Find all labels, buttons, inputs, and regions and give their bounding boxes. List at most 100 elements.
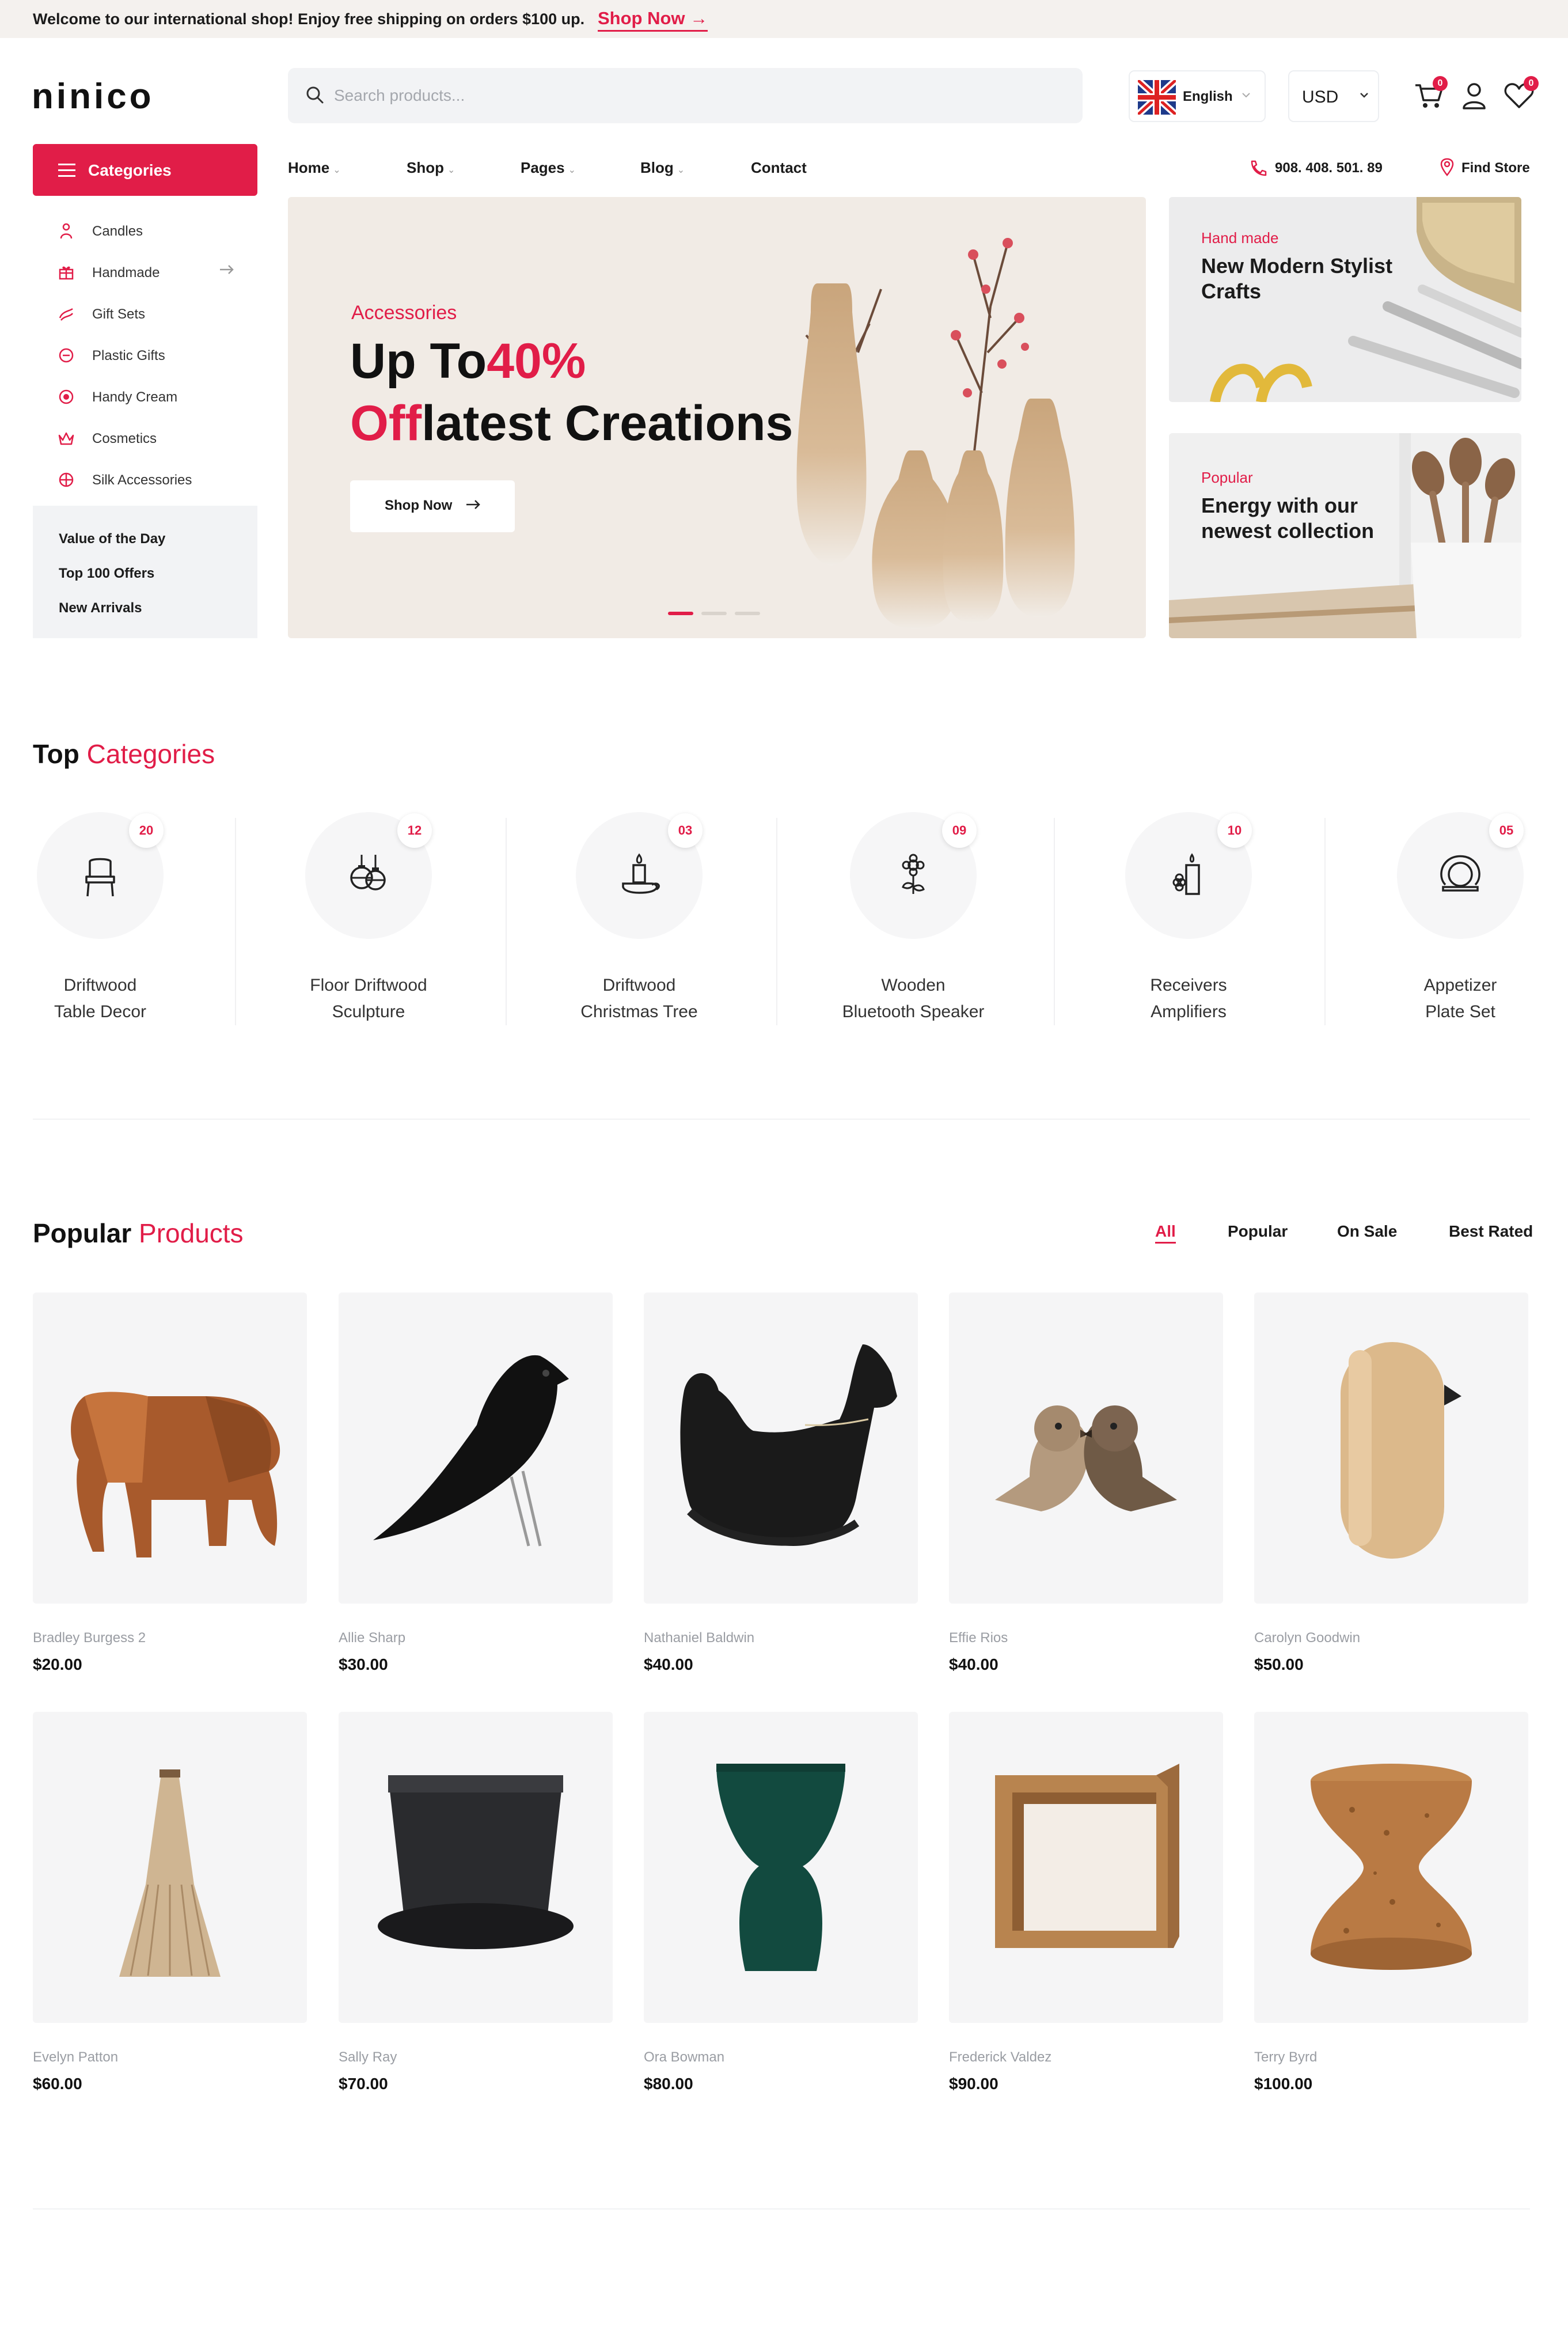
nav-blog[interactable]: Blog ⌄ bbox=[640, 159, 685, 177]
cart-button[interactable]: 0 bbox=[1412, 76, 1448, 113]
hero-shop-now-button[interactable]: Shop Now bbox=[350, 480, 515, 532]
top-category-name: Appetizer Plate Set bbox=[1423, 976, 1497, 1021]
wooden-birds-illustration bbox=[995, 1405, 1177, 1511]
crown-icon bbox=[58, 430, 75, 447]
hero-eyebrow: Accessories bbox=[351, 302, 457, 324]
phone-number-link[interactable]: 908. 408. 501. 89 bbox=[1275, 160, 1383, 176]
top-category-card[interactable]: 05 Appetizer Plate Set bbox=[1397, 812, 1568, 1030]
top-category-name: Driftwood Christmas Tree bbox=[580, 976, 698, 1021]
promo-banner-handmade[interactable]: Hand made New Modern Stylist Crafts bbox=[1169, 197, 1521, 402]
product-image-wooden-bird-oval[interactable] bbox=[1254, 1293, 1528, 1604]
category-label: Gift Sets bbox=[92, 306, 146, 322]
categories-toggle-button[interactable]: Categories bbox=[33, 144, 257, 196]
chevron-down-icon: ⌄ bbox=[677, 165, 685, 175]
promo-banner-popular[interactable]: Popular Energy with our newest collectio… bbox=[1169, 433, 1521, 638]
chevron-down-icon: ⌄ bbox=[568, 165, 576, 175]
product-price: $20.00 bbox=[33, 1655, 82, 1673]
product-name[interactable]: Terry Byrd bbox=[1254, 2049, 1317, 2066]
category-label: Candles bbox=[92, 223, 143, 239]
product-image-wooden-cube[interactable] bbox=[949, 1712, 1223, 2023]
search-input[interactable]: Search products... bbox=[288, 68, 1083, 123]
filter-tab-best-rated[interactable]: Best Rated bbox=[1449, 1222, 1533, 1241]
wooden-bird-oval-illustration bbox=[1341, 1342, 1461, 1559]
product-image-rocking-horse[interactable] bbox=[644, 1293, 918, 1604]
category-item-silk-accessories[interactable]: Silk Accessories bbox=[58, 467, 248, 493]
ornament-icon bbox=[346, 852, 392, 899]
search-placeholder: Search products... bbox=[334, 86, 465, 104]
nav-shop[interactable]: Shop ⌄ bbox=[407, 159, 455, 177]
account-button[interactable] bbox=[1457, 78, 1491, 113]
product-image-wooden-birds[interactable] bbox=[949, 1293, 1223, 1604]
filter-tab-on-sale[interactable]: On Sale bbox=[1337, 1222, 1397, 1241]
product-image-wooden-elephant[interactable] bbox=[33, 1293, 307, 1604]
menu-icon bbox=[58, 164, 75, 177]
product-name[interactable]: Ora Bowman bbox=[644, 2049, 724, 2066]
announcement-shop-now-link[interactable]: Shop Now → bbox=[598, 8, 708, 32]
top-category-card[interactable]: 09 Wooden Bluetooth Speaker bbox=[842, 812, 1103, 1030]
product-name[interactable]: Sally Ray bbox=[339, 2049, 397, 2066]
section-divider bbox=[33, 1119, 1530, 1120]
product-image-black-bird[interactable] bbox=[339, 1293, 613, 1604]
category-item-handy-cream[interactable]: Handy Cream bbox=[58, 384, 248, 410]
product-name[interactable]: Nathaniel Baldwin bbox=[644, 1630, 754, 1646]
product-name[interactable]: Bradley Burgess 2 bbox=[33, 1630, 146, 1646]
top-category-card[interactable]: 20 Driftwood Table Decor bbox=[37, 812, 290, 1030]
product-price: $30.00 bbox=[339, 1655, 388, 1673]
black-bird-illustration bbox=[373, 1355, 569, 1547]
product-image-black-pot[interactable] bbox=[339, 1712, 613, 2023]
value-of-the-day-link[interactable]: Value of the Day bbox=[59, 531, 165, 547]
hero-title-line2: Offlatest Creations bbox=[350, 396, 794, 451]
filter-tab-popular[interactable]: Popular bbox=[1228, 1222, 1288, 1241]
nav-contact[interactable]: Contact bbox=[751, 159, 807, 177]
phone-icon bbox=[1248, 159, 1268, 176]
category-label: Handy Cream bbox=[92, 389, 178, 405]
category-count-badge: 03 bbox=[668, 813, 703, 848]
promo-title: Energy with our newest collection bbox=[1201, 494, 1375, 543]
category-item-gift-sets[interactable]: Gift Sets bbox=[58, 301, 248, 327]
candle-icon bbox=[58, 222, 75, 240]
product-name[interactable]: Carolyn Goodwin bbox=[1254, 1630, 1360, 1646]
filter-tab-all[interactable]: All bbox=[1155, 1222, 1176, 1244]
category-count-badge: 20 bbox=[129, 813, 164, 848]
category-label: Silk Accessories bbox=[92, 472, 192, 488]
nav-home[interactable]: Home ⌄ bbox=[288, 159, 341, 177]
category-count-badge: 05 bbox=[1489, 813, 1524, 848]
category-item-candles[interactable]: Candles bbox=[58, 218, 248, 244]
category-item-plastic-gifts[interactable]: Plastic Gifts bbox=[58, 342, 248, 369]
candle-flower-icon bbox=[1165, 852, 1212, 899]
top-category-card[interactable]: 12 Floor Driftwood Sculpture bbox=[305, 812, 559, 1030]
section-divider bbox=[33, 2208, 1530, 2209]
product-name[interactable]: Frederick Valdez bbox=[949, 2049, 1051, 2066]
product-name[interactable]: Effie Rios bbox=[949, 1630, 1008, 1646]
product-image-cork-stool[interactable] bbox=[1254, 1712, 1528, 2023]
product-price: $70.00 bbox=[339, 2075, 388, 2093]
new-arrivals-link[interactable]: New Arrivals bbox=[59, 600, 142, 616]
cream-icon bbox=[58, 388, 75, 405]
product-image-green-vase[interactable] bbox=[644, 1712, 918, 2023]
top-100-offers-link[interactable]: Top 100 Offers bbox=[59, 566, 154, 582]
black-pot-illustration bbox=[378, 1775, 574, 1949]
chevron-down-icon: ⌄ bbox=[333, 165, 341, 175]
product-name[interactable]: Evelyn Patton bbox=[33, 2049, 118, 2066]
category-count-badge: 12 bbox=[397, 813, 432, 848]
product-name[interactable]: Allie Sharp bbox=[339, 1630, 405, 1646]
currency-selector[interactable]: USD bbox=[1288, 70, 1379, 122]
category-item-cosmetics[interactable]: Cosmetics bbox=[58, 425, 248, 452]
green-vase-illustration bbox=[716, 1764, 845, 1971]
wishlist-button[interactable]: 0 bbox=[1502, 76, 1539, 113]
top-category-card[interactable]: 10 Receivers Amplifiers bbox=[1125, 812, 1379, 1030]
category-label: Cosmetics bbox=[92, 431, 157, 446]
nav-pages-label: Pages bbox=[521, 159, 565, 176]
categories-button-label: Categories bbox=[88, 161, 172, 179]
gift-icon bbox=[58, 264, 75, 281]
hero-slider-dots[interactable] bbox=[668, 611, 760, 616]
top-category-name: Driftwood Table Decor bbox=[54, 976, 147, 1021]
find-store-link[interactable]: Find Store bbox=[1461, 160, 1530, 176]
top-category-name: Floor Driftwood Sculpture bbox=[310, 976, 427, 1021]
nav-pages[interactable]: Pages ⌄ bbox=[521, 159, 576, 177]
top-category-card[interactable]: 03 Driftwood Christmas Tree bbox=[576, 812, 829, 1030]
product-image-pendant-lamp[interactable] bbox=[33, 1712, 307, 2023]
nav-home-label: Home bbox=[288, 159, 330, 176]
site-logo[interactable]: ninico bbox=[32, 76, 154, 117]
language-selector[interactable]: English bbox=[1129, 70, 1266, 122]
